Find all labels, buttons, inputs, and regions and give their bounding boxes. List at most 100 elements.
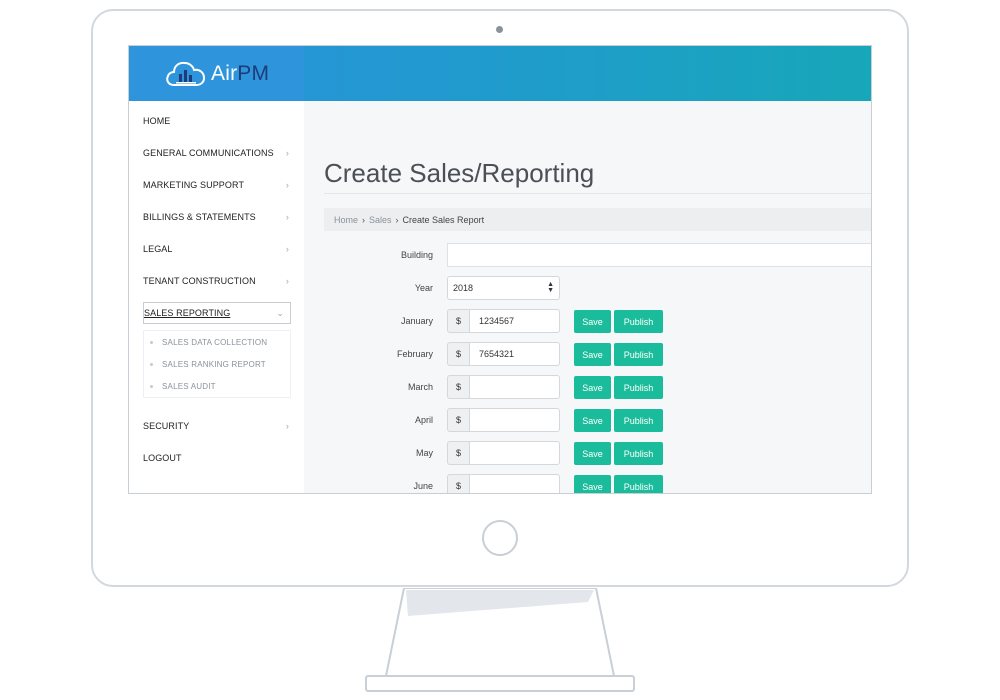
form-row-april: April $ Save Publish xyxy=(304,408,871,432)
june-amount-group: $ xyxy=(447,474,560,493)
sidebar-item-legal[interactable]: LEGAL › xyxy=(143,238,289,260)
february-publish-button[interactable]: Publish xyxy=(614,343,663,366)
camera-dot xyxy=(496,26,503,33)
building-input[interactable] xyxy=(447,243,871,267)
sidebar-item-label: HOME xyxy=(143,116,171,126)
sidebar-item-label: SECURITY xyxy=(143,421,190,431)
sidebar-item-billings-statements[interactable]: BILLINGS & STATEMENTS › xyxy=(143,206,289,228)
sidebar-item-label: BILLINGS & STATEMENTS xyxy=(143,212,256,222)
logo-text-pm: PM xyxy=(237,61,270,85)
march-amount-group: $ xyxy=(447,375,560,399)
january-amount-input[interactable]: 1234567 xyxy=(469,309,560,333)
sidebar-item-marketing-support[interactable]: MARKETING SUPPORT › xyxy=(143,174,289,196)
february-amount-input[interactable]: 7654321 xyxy=(469,342,560,366)
sidebar-item-general-communications[interactable]: GENERAL COMMUNICATIONS › xyxy=(143,142,289,164)
month-label: June xyxy=(413,481,433,491)
june-save-button[interactable]: Save xyxy=(574,475,611,493)
chevron-right-icon: › xyxy=(362,214,366,225)
submenu-item-label: SALES AUDIT xyxy=(162,381,216,391)
february-save-button[interactable]: Save xyxy=(574,343,611,366)
submenu-item-label: SALES DATA COLLECTION xyxy=(162,337,268,347)
bullet-icon xyxy=(150,362,153,366)
breadcrumb-home[interactable]: Home xyxy=(334,215,358,225)
form-row-february: February $ 7654321 Save Publish xyxy=(304,342,871,366)
currency-addon: $ xyxy=(447,375,469,399)
currency-addon: $ xyxy=(447,342,469,366)
monitor-stand-base xyxy=(365,675,635,692)
january-amount-group: $ 1234567 xyxy=(447,309,560,333)
year-select[interactable]: 2018 ▲ ▼ xyxy=(447,276,560,300)
june-amount-input[interactable] xyxy=(469,474,560,493)
select-arrows-icon: ▲ ▼ xyxy=(547,281,554,294)
chevron-right-icon: › xyxy=(285,276,289,286)
form-row-january: January $ 1234567 Save Publish xyxy=(304,309,871,333)
cloud-buildings-icon xyxy=(166,61,206,86)
may-amount-input[interactable] xyxy=(469,441,560,465)
month-label: May xyxy=(415,448,433,458)
may-amount-group: $ xyxy=(447,441,560,465)
march-publish-button[interactable]: Publish xyxy=(614,376,663,399)
breadcrumb: Home › Sales › Create Sales Report xyxy=(324,208,871,231)
form-row-year: Year 2018 ▲ ▼ xyxy=(304,276,871,300)
sidebar-item-label: MARKETING SUPPORT xyxy=(143,180,245,190)
month-label: March xyxy=(407,382,433,392)
currency-addon: $ xyxy=(447,309,469,333)
chevron-right-icon: › xyxy=(285,180,289,190)
sales-reporting-submenu: SALES DATA COLLECTION SALES RANKING REPO… xyxy=(143,330,291,398)
logo-text-air: Air xyxy=(211,61,238,85)
june-publish-button[interactable]: Publish xyxy=(614,475,663,493)
sidebar-item-tenant-construction[interactable]: TENANT CONSTRUCTION › xyxy=(143,270,289,292)
march-amount-input[interactable] xyxy=(469,375,560,399)
chevron-right-icon: › xyxy=(285,212,289,222)
month-label: April xyxy=(414,415,433,425)
breadcrumb-sales[interactable]: Sales xyxy=(369,215,392,225)
bullet-icon xyxy=(150,384,153,388)
sidebar-item-label: TENANT CONSTRUCTION xyxy=(143,276,256,286)
sidebar-item-security[interactable]: SECURITY › xyxy=(143,415,289,437)
form-row-may: May $ Save Publish xyxy=(304,441,871,465)
monitor-home-button xyxy=(482,520,518,556)
submenu-item-sales-data-collection[interactable]: SALES DATA COLLECTION xyxy=(144,331,290,353)
title-divider xyxy=(324,193,871,194)
january-save-button[interactable]: Save xyxy=(574,310,611,333)
breadcrumb-current: Create Sales Report xyxy=(402,214,485,225)
currency-addon: $ xyxy=(447,441,469,465)
building-label: Building xyxy=(400,250,433,260)
submenu-item-sales-audit[interactable]: SALES AUDIT xyxy=(144,375,290,397)
april-publish-button[interactable]: Publish xyxy=(614,409,663,432)
page-title: Create Sales/Reporting xyxy=(324,158,595,188)
january-publish-button[interactable]: Publish xyxy=(614,310,663,333)
month-label: February xyxy=(396,349,433,359)
logo[interactable]: AirPM xyxy=(129,46,304,101)
chevron-right-icon: › xyxy=(285,421,289,431)
april-amount-group: $ xyxy=(447,408,560,432)
currency-addon: $ xyxy=(447,408,469,432)
app-screen: AirPM HOME GENERAL COMMUNICATIONS › MARK… xyxy=(128,45,872,494)
submenu-item-sales-ranking-report[interactable]: SALES RANKING REPORT xyxy=(144,353,290,375)
april-save-button[interactable]: Save xyxy=(574,409,611,432)
march-save-button[interactable]: Save xyxy=(574,376,611,399)
currency-addon: $ xyxy=(447,474,469,493)
top-header: AirPM xyxy=(129,46,871,101)
sidebar-item-label: LOGOUT xyxy=(143,453,182,463)
sidebar-item-sales-reporting[interactable]: SALES REPORTING ⌄ xyxy=(143,302,291,324)
february-amount-group: $ 7654321 xyxy=(447,342,560,366)
sidebar-item-label: SALES REPORTING xyxy=(144,308,231,318)
sidebar: HOME GENERAL COMMUNICATIONS › MARKETING … xyxy=(129,101,304,493)
year-select-value: 2018 xyxy=(453,283,474,293)
sidebar-item-label: LEGAL xyxy=(143,244,173,254)
april-amount-input[interactable] xyxy=(469,408,560,432)
sidebar-item-home[interactable]: HOME xyxy=(143,110,289,132)
month-label: January xyxy=(400,316,433,326)
may-publish-button[interactable]: Publish xyxy=(614,442,663,465)
form-row-building: Building xyxy=(304,243,871,267)
may-save-button[interactable]: Save xyxy=(574,442,611,465)
chevron-right-icon: › xyxy=(395,214,399,225)
sidebar-item-logout[interactable]: LOGOUT xyxy=(143,447,289,469)
chevron-right-icon: › xyxy=(285,244,289,254)
monitor-stand xyxy=(384,588,616,677)
logo-text: AirPM xyxy=(211,62,269,86)
sidebar-item-label: GENERAL COMMUNICATIONS xyxy=(143,148,274,158)
chevron-down-icon: ⌄ xyxy=(276,307,284,318)
form-row-march: March $ Save Publish xyxy=(304,375,871,399)
